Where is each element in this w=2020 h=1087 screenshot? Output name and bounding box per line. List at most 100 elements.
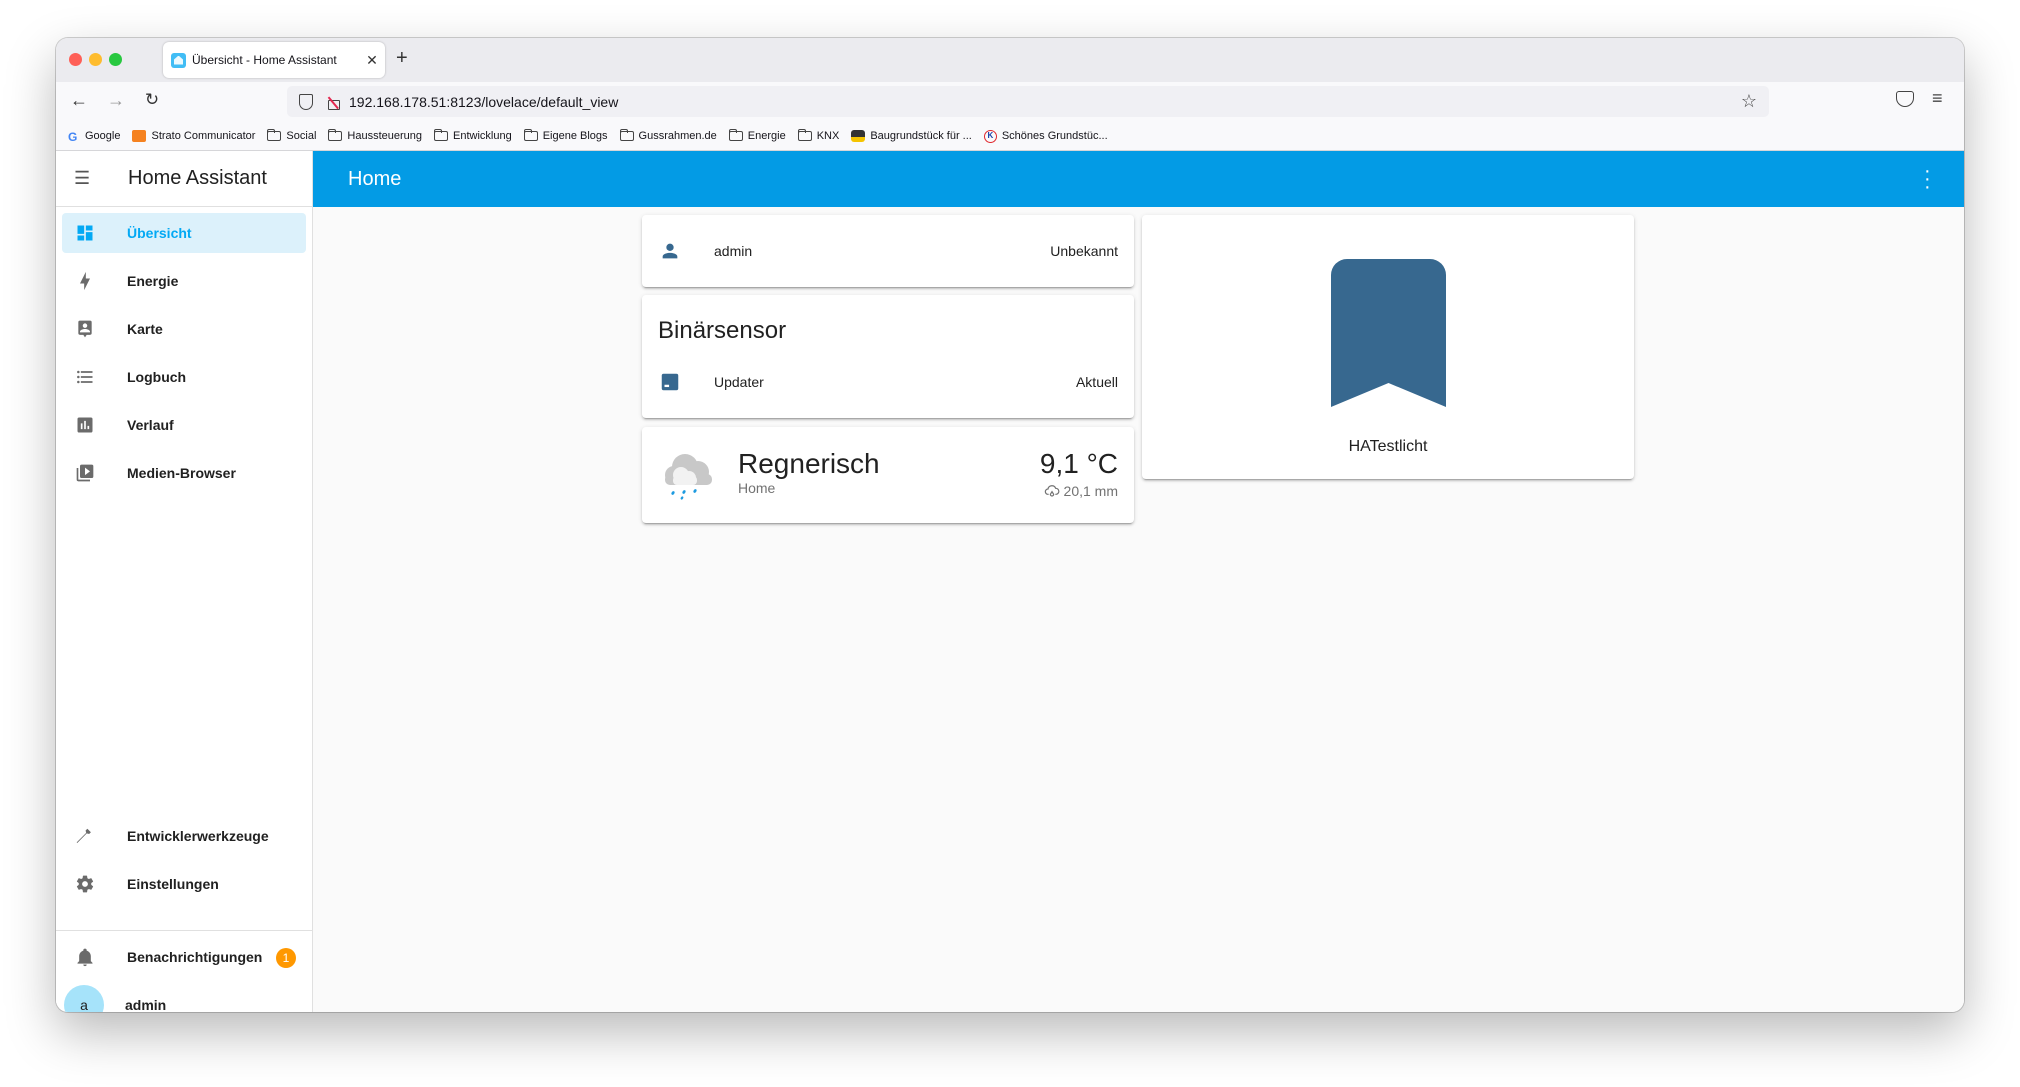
precipitation-value: 20,1 mm — [1063, 483, 1118, 499]
url-input[interactable]: 192.168.178.51:8123/lovelace/default_vie… — [349, 94, 1741, 110]
sidebar-item-energie[interactable]: Energie — [62, 261, 306, 301]
google-icon: G — [68, 130, 78, 144]
entity-name: Updater — [714, 374, 764, 390]
pocket-icon[interactable] — [1896, 91, 1914, 107]
entities-card-binary-sensor: Binärsensor Updater Aktuell — [642, 295, 1134, 418]
sidebar-item-label: Übersicht — [127, 225, 192, 241]
account-icon — [658, 239, 682, 263]
sidebar-item-entwicklerwerkzeuge[interactable]: Entwicklerwerkzeuge — [62, 816, 306, 856]
entity-row[interactable]: admin Unbekannt — [658, 231, 1118, 271]
user-name: admin — [125, 997, 167, 1012]
folder-icon — [619, 129, 634, 141]
bookmark-folder[interactable]: Entwicklung — [434, 129, 512, 142]
sidebar-item-user[interactable]: a admin — [62, 985, 306, 1012]
button-card-hatestlicht[interactable]: HATestlicht — [1142, 215, 1634, 479]
bookmark-icon — [1331, 259, 1446, 412]
forward-arrow-icon[interactable]: → — [104, 90, 128, 111]
notification-count-badge: 1 — [276, 948, 296, 968]
sidebar-item-label: Verlauf — [127, 417, 174, 433]
new-tab-button[interactable]: + — [396, 47, 408, 70]
sidebar-item-label: Entwicklerwerkzeuge — [127, 828, 269, 844]
close-window-button[interactable] — [69, 53, 82, 66]
weather-condition: Regnerisch — [738, 448, 880, 479]
folder-icon — [434, 129, 448, 141]
sidebar-item-einstellungen[interactable]: Einstellungen — [62, 864, 306, 904]
chart-box-icon — [74, 414, 96, 436]
weather-temperature: 9,1 °C — [1039, 448, 1118, 479]
bookmark-star-icon[interactable]: ☆ — [1741, 91, 1757, 112]
address-bar[interactable]: 192.168.178.51:8123/lovelace/default_vie… — [287, 86, 1769, 117]
back-arrow-icon[interactable]: ← — [67, 90, 91, 111]
close-tab-icon[interactable]: ✕ — [359, 52, 385, 69]
folder-icon — [267, 129, 282, 141]
sidebar-item-medien-browser[interactable]: Medien-Browser — [62, 453, 306, 493]
sidebar-item-karte[interactable]: Karte — [62, 309, 306, 349]
map-person-icon — [74, 318, 96, 340]
menu-collapse-icon[interactable]: ☰ — [74, 168, 94, 189]
bookmark-item[interactable]: Strato Communicator — [132, 130, 255, 142]
sidebar-divider — [56, 930, 312, 931]
bookmark-folder[interactable]: Eigene Blogs — [523, 129, 608, 142]
mail-icon — [132, 130, 147, 142]
shield-icon[interactable] — [299, 93, 313, 110]
browser-tab[interactable]: Übersicht - Home Assistant ✕ — [163, 42, 385, 78]
sidebar-item-label: Einstellungen — [127, 876, 219, 892]
weather-precipitation: 20,1 mm — [1044, 483, 1118, 499]
bookmark-folder[interactable]: Social — [267, 129, 316, 142]
package-icon — [658, 370, 682, 394]
k-icon: K — [983, 129, 997, 143]
hamburger-menu-icon[interactable]: ≡ — [1932, 88, 1943, 109]
bookmark-folder[interactable]: Haussteuerung — [328, 129, 422, 142]
entity-row[interactable]: Updater Aktuell — [658, 362, 1118, 402]
hammer-icon — [74, 825, 96, 847]
bookmarks-bar: G Google Strato Communicator Social Hauss… — [56, 122, 1964, 151]
bookmark-folder[interactable]: Gussrahmen.de — [619, 129, 717, 142]
browser-window: Übersicht - Home Assistant ✕ + ← → ↻ 192… — [56, 38, 1964, 1012]
weather-pouring-icon — [1044, 485, 1059, 497]
folder-icon — [797, 129, 812, 141]
navigation-bar: ← → ↻ 192.168.178.51:8123/lovelace/defau… — [56, 82, 1964, 122]
entity-state: Unbekannt — [1050, 243, 1118, 259]
weather-card[interactable]: Regnerisch Home 9,1 °C 20,1 mm — [642, 427, 1134, 523]
entities-card-person: admin Unbekannt — [642, 215, 1134, 287]
sidebar-item-benachrichtigungen[interactable]: Benachrichtigungen 1 — [62, 937, 306, 977]
home-assistant-favicon-icon — [171, 52, 186, 68]
sidebar-item-verlauf[interactable]: Verlauf — [62, 405, 306, 445]
bookmark-folder[interactable]: KNX — [797, 129, 839, 142]
list-icon — [74, 366, 96, 388]
rainy-cloud-icon — [660, 447, 716, 508]
card-title: Binärsensor — [658, 317, 787, 344]
tab-strip: Übersicht - Home Assistant ✕ + — [56, 38, 1964, 82]
page-title: Home — [348, 168, 402, 190]
sidebar-item-label: Energie — [127, 273, 179, 289]
more-vertical-icon[interactable]: · · · — [1924, 161, 1931, 197]
avatar: a — [64, 985, 104, 1012]
sidebar-header: ☰ Home Assistant — [56, 151, 312, 207]
weather-location: Home — [738, 480, 776, 496]
minimize-window-button[interactable] — [89, 53, 102, 66]
bookmark-item[interactable]: G Google — [68, 130, 120, 144]
reload-icon[interactable]: ↻ — [140, 90, 164, 110]
media-play-icon — [74, 462, 96, 484]
sidebar-item-label: Karte — [127, 321, 163, 337]
bookmark-item[interactable]: Baugrundstück für ... — [851, 130, 972, 142]
home-assistant-app: ☰ Home Assistant Übersicht Energie Karte… — [56, 151, 1964, 1012]
insecure-lock-icon[interactable] — [327, 95, 340, 110]
dashboard-icon — [74, 222, 96, 244]
sidebar-item-label: Benachrichtigungen — [127, 949, 263, 965]
button-card-label: HATestlicht — [1348, 438, 1428, 455]
app-header: Home · · · — [313, 151, 1964, 207]
gear-icon — [74, 873, 96, 895]
sidebar-title: Home Assistant — [128, 167, 267, 189]
sidebar-item-uebersicht[interactable]: Übersicht — [62, 213, 306, 253]
sidebar-item-label: Medien-Browser — [127, 465, 236, 481]
maximize-window-button[interactable] — [109, 53, 122, 66]
sidebar-item-logbuch[interactable]: Logbuch — [62, 357, 306, 397]
bookmark-folder[interactable]: Energie — [728, 129, 786, 142]
folder-icon — [523, 129, 538, 141]
folder-icon — [328, 129, 343, 141]
sidebar: ☰ Home Assistant Übersicht Energie Karte… — [56, 151, 313, 1012]
folder-icon — [728, 129, 743, 141]
bookmark-item[interactable]: K Schönes Grundstüc... — [983, 129, 1108, 143]
lightning-bolt-icon — [74, 270, 96, 292]
